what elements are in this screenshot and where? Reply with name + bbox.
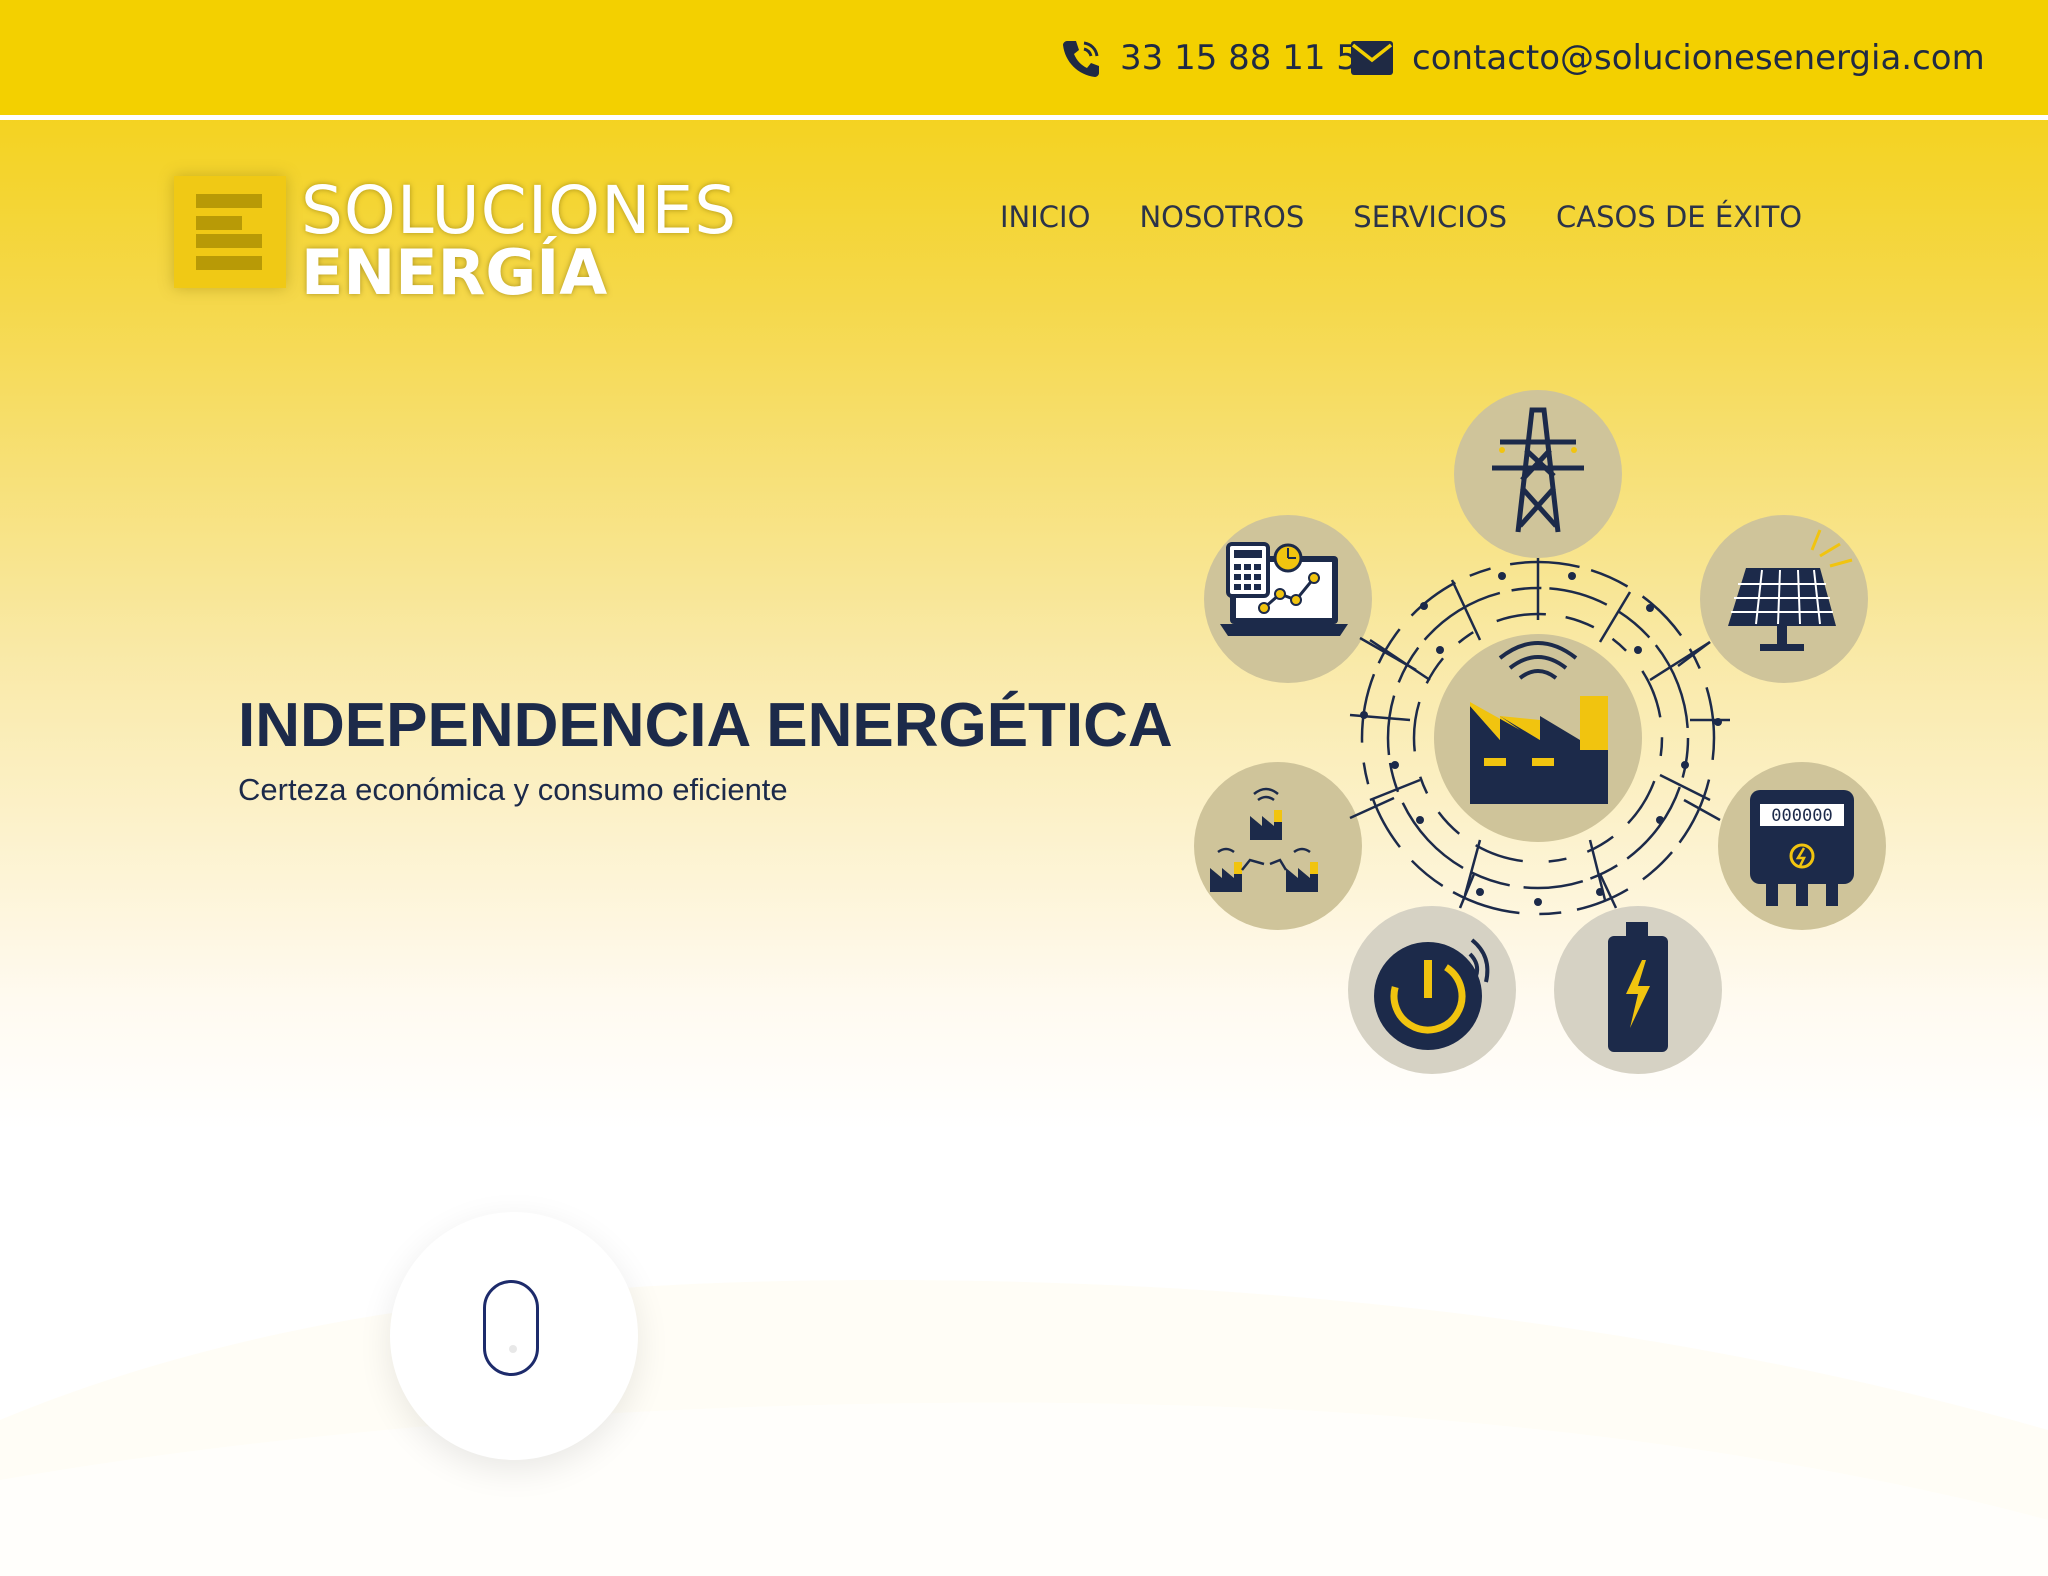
transmission-tower-icon xyxy=(1454,390,1622,558)
solar-panel-icon xyxy=(1700,515,1868,683)
hero-title: INDEPENDENCIA ENERGÉTICA xyxy=(238,691,1173,760)
top-contact-bar: 33 15 88 11 53 contacto@solucionesenergi… xyxy=(0,0,2048,120)
site-logo[interactable]: SOLUCIONES ENERGÍA xyxy=(166,168,756,309)
logo-text-energia: ENERGÍA xyxy=(301,236,608,309)
section-wave xyxy=(0,1280,2048,1576)
energy-meter-icon: 000000 xyxy=(1718,762,1886,930)
nav-item-inicio[interactable]: INICIO xyxy=(1000,200,1090,234)
logo-mark-icon xyxy=(174,176,286,288)
factories-network-icon xyxy=(1194,762,1362,930)
phone-number[interactable]: 33 15 88 11 53 xyxy=(1120,38,1380,78)
nav-item-nosotros[interactable]: NOSOTROS xyxy=(1139,200,1304,234)
analytics-laptop-icon xyxy=(1204,515,1372,683)
email-contact[interactable]: contacto@solucionesenergia.com xyxy=(1350,0,1985,115)
phone-contact[interactable]: 33 15 88 11 53 xyxy=(1060,0,1380,115)
email-address[interactable]: contacto@solucionesenergia.com xyxy=(1412,38,1985,78)
battery-icon xyxy=(1554,906,1722,1074)
scroll-down-button[interactable] xyxy=(390,1212,638,1460)
energy-network-illustration: 000000 xyxy=(1194,390,1886,1074)
nav-item-casos-de-exito[interactable]: CASOS DE ÉXITO xyxy=(1556,200,1802,234)
mouse-scroll-icon xyxy=(483,1280,539,1376)
envelope-icon xyxy=(1350,40,1394,76)
smart-factory-icon xyxy=(1434,634,1642,842)
nav-item-servicios[interactable]: SERVICIOS xyxy=(1353,200,1507,234)
power-button-icon xyxy=(1348,906,1516,1074)
hero-subtitle: Certeza económica y consumo eficiente xyxy=(238,772,788,807)
main-nav: INICIO NOSOTROS SERVICIOS CASOS DE ÉXITO xyxy=(1000,200,1851,234)
phone-icon xyxy=(1060,37,1102,79)
meter-digits: 000000 xyxy=(1771,806,1832,826)
